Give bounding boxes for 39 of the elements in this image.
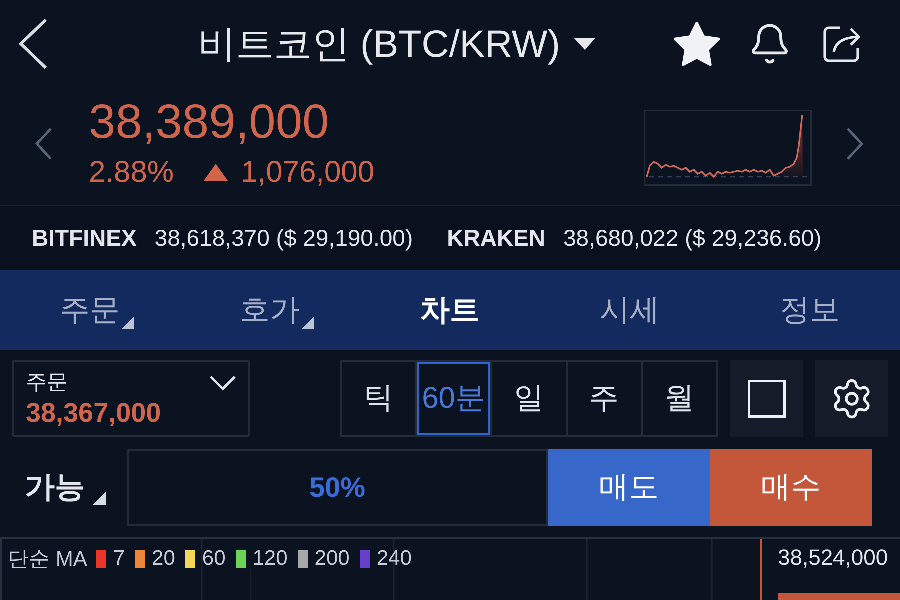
market-title-dropdown[interactable]: 비트코인 (BTC/KRW) — [198, 18, 596, 70]
available-dropdown[interactable]: 가능 — [12, 449, 127, 526]
ma-period: 120 — [252, 547, 288, 571]
square-icon — [748, 380, 786, 418]
ma-period: 7 — [113, 547, 126, 571]
tab[interactable]: 호가 — [224, 285, 316, 335]
current-price-line — [760, 539, 762, 600]
chevron-right-icon — [846, 126, 864, 160]
back-chevron-icon — [18, 18, 48, 70]
buy-button[interactable]: 매수 — [710, 449, 872, 526]
fullscreen-button[interactable] — [730, 360, 803, 437]
dropdown-corner-icon — [93, 492, 106, 505]
ma-period: 60 — [202, 547, 226, 571]
chevron-down-icon — [210, 376, 236, 391]
tab[interactable]: 정보 — [764, 285, 856, 335]
quantity-percent-field[interactable]: 50% — [127, 449, 548, 526]
tab[interactable]: 주문 — [44, 285, 136, 335]
order-label: 주문 — [26, 370, 68, 396]
change-amount: 1,076,000 — [241, 156, 375, 190]
interval-button[interactable]: 60분 — [415, 362, 490, 435]
ma-period: 240 — [376, 547, 412, 571]
current-price: 38,389,000 — [89, 98, 330, 148]
tab[interactable]: 시세 — [584, 285, 676, 335]
sell-button[interactable]: 매도 — [548, 449, 710, 526]
price-axis-label: 38,524,000 — [778, 545, 890, 571]
exchange-price: 38,680,022 ($ 29,236.60) — [564, 224, 822, 252]
exchange-name: BITFINEX — [32, 224, 137, 252]
caret-down-icon — [574, 38, 596, 50]
chevron-left-icon — [35, 126, 53, 160]
tab[interactable]: 차트 — [404, 285, 496, 335]
order-price-select[interactable]: 주문 38,367,000 — [12, 360, 250, 437]
order-price-value: 38,367,000 — [26, 398, 162, 429]
ma-period: 200 — [314, 547, 350, 571]
ma-period: 20 — [152, 547, 176, 571]
moving-average-label: 단순 MA — [8, 547, 88, 573]
change-rate: 2.88% — [89, 156, 174, 190]
exchange-price: 38,618,370 ($ 29,190.00) — [154, 224, 414, 252]
exchange-name: KRAKEN — [447, 224, 546, 252]
settings-button[interactable] — [815, 360, 888, 437]
